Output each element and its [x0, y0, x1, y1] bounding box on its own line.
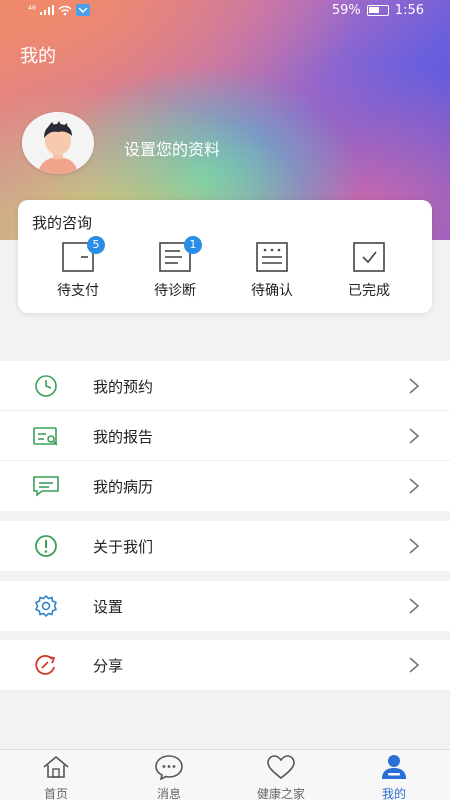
- menu-group-share: 分享: [0, 640, 450, 690]
- gear-icon: [35, 594, 57, 618]
- person-icon: [382, 755, 406, 779]
- menu-item-share[interactable]: 分享: [0, 640, 450, 690]
- consult-completed[interactable]: 已完成: [329, 240, 409, 300]
- menu-item-appointments[interactable]: 我的预约: [0, 361, 450, 411]
- avatar[interactable]: [22, 112, 94, 174]
- menu-item-label: 我的报告: [93, 428, 154, 446]
- signal-icon: ⁴⁶: [28, 4, 37, 16]
- badge-count: 5: [87, 236, 105, 254]
- consult-pending-confirm[interactable]: 待确认: [232, 240, 312, 300]
- clock-time: 1:56: [394, 3, 424, 18]
- consultation-title: 我的咨询: [32, 214, 93, 232]
- chevron-right-icon: [409, 538, 420, 554]
- tab-mine[interactable]: 我的: [349, 754, 439, 800]
- menu-item-about-us[interactable]: 关于我们: [0, 521, 450, 571]
- avatar-person-icon: [22, 112, 94, 174]
- menu-item-label: 分享: [93, 657, 124, 675]
- tab-label: 健康之家: [256, 787, 305, 800]
- tab-label: 首页: [43, 787, 68, 800]
- tab-home[interactable]: 首页: [11, 754, 101, 800]
- report-icon: [33, 427, 58, 446]
- bottom-tab-bar: 首页 消息 健康之家 我的: [0, 749, 450, 800]
- menu-item-label: 我的病历: [93, 478, 154, 496]
- pending-confirm-icon: [256, 242, 288, 272]
- menu-item-medical-records[interactable]: 我的病历: [0, 461, 450, 511]
- wifi-icon: [58, 5, 72, 15]
- menu-item-reports[interactable]: 我的报告: [0, 411, 450, 461]
- menu-item-label: 关于我们: [93, 538, 154, 556]
- consult-pending-payment[interactable]: 5 待支付: [38, 236, 118, 300]
- tab-messages[interactable]: 消息: [124, 754, 214, 800]
- tab-label: 消息: [156, 787, 181, 800]
- menu-item-label: 我的预约: [93, 378, 154, 396]
- chevron-right-icon: [409, 657, 420, 673]
- consult-pending-diagnosis[interactable]: 1 待诊断: [135, 236, 215, 300]
- message-icon: [155, 755, 183, 781]
- chevron-right-icon: [409, 478, 420, 494]
- my-consultation-card: 我的咨询 5 待支付 1 待诊断 待确认 已完成: [18, 200, 432, 313]
- tab-label: 我的: [381, 787, 406, 800]
- menu-group-about: 关于我们: [0, 521, 450, 571]
- clock-icon: [35, 375, 57, 397]
- completed-icon: [353, 242, 385, 272]
- consult-item-label: 待支付: [57, 283, 99, 299]
- chevron-right-icon: [409, 378, 420, 394]
- consult-item-label: 待确认: [251, 283, 293, 299]
- share-icon: [35, 655, 56, 675]
- menu-item-settings[interactable]: 设置: [0, 581, 450, 631]
- heart-icon: [267, 755, 295, 780]
- battery-percent: 59%: [331, 3, 361, 18]
- profile-setup-link[interactable]: 设置您的资料: [124, 136, 220, 160]
- tab-health-home[interactable]: 健康之家: [236, 754, 326, 800]
- chevron-right-icon: [409, 598, 420, 614]
- chevron-right-icon: [409, 428, 420, 444]
- home-icon: [43, 755, 69, 778]
- battery-icon: [366, 5, 389, 16]
- signal-bars-icon: [40, 5, 55, 15]
- page-title: 我的: [20, 46, 56, 67]
- consult-item-label: 已完成: [348, 283, 390, 299]
- menu-item-label: 设置: [93, 598, 124, 616]
- notification-icon: [76, 4, 91, 16]
- medical-record-icon: [33, 476, 59, 497]
- badge-count: 1: [184, 236, 202, 254]
- menu-group-settings: 设置: [0, 581, 450, 631]
- status-bar: ⁴⁶ 59% 1:56: [0, 0, 450, 22]
- info-icon: [35, 535, 57, 557]
- consult-item-label: 待诊断: [154, 283, 196, 299]
- menu-group-records: 我的预约 我的报告 我的病历: [0, 361, 450, 511]
